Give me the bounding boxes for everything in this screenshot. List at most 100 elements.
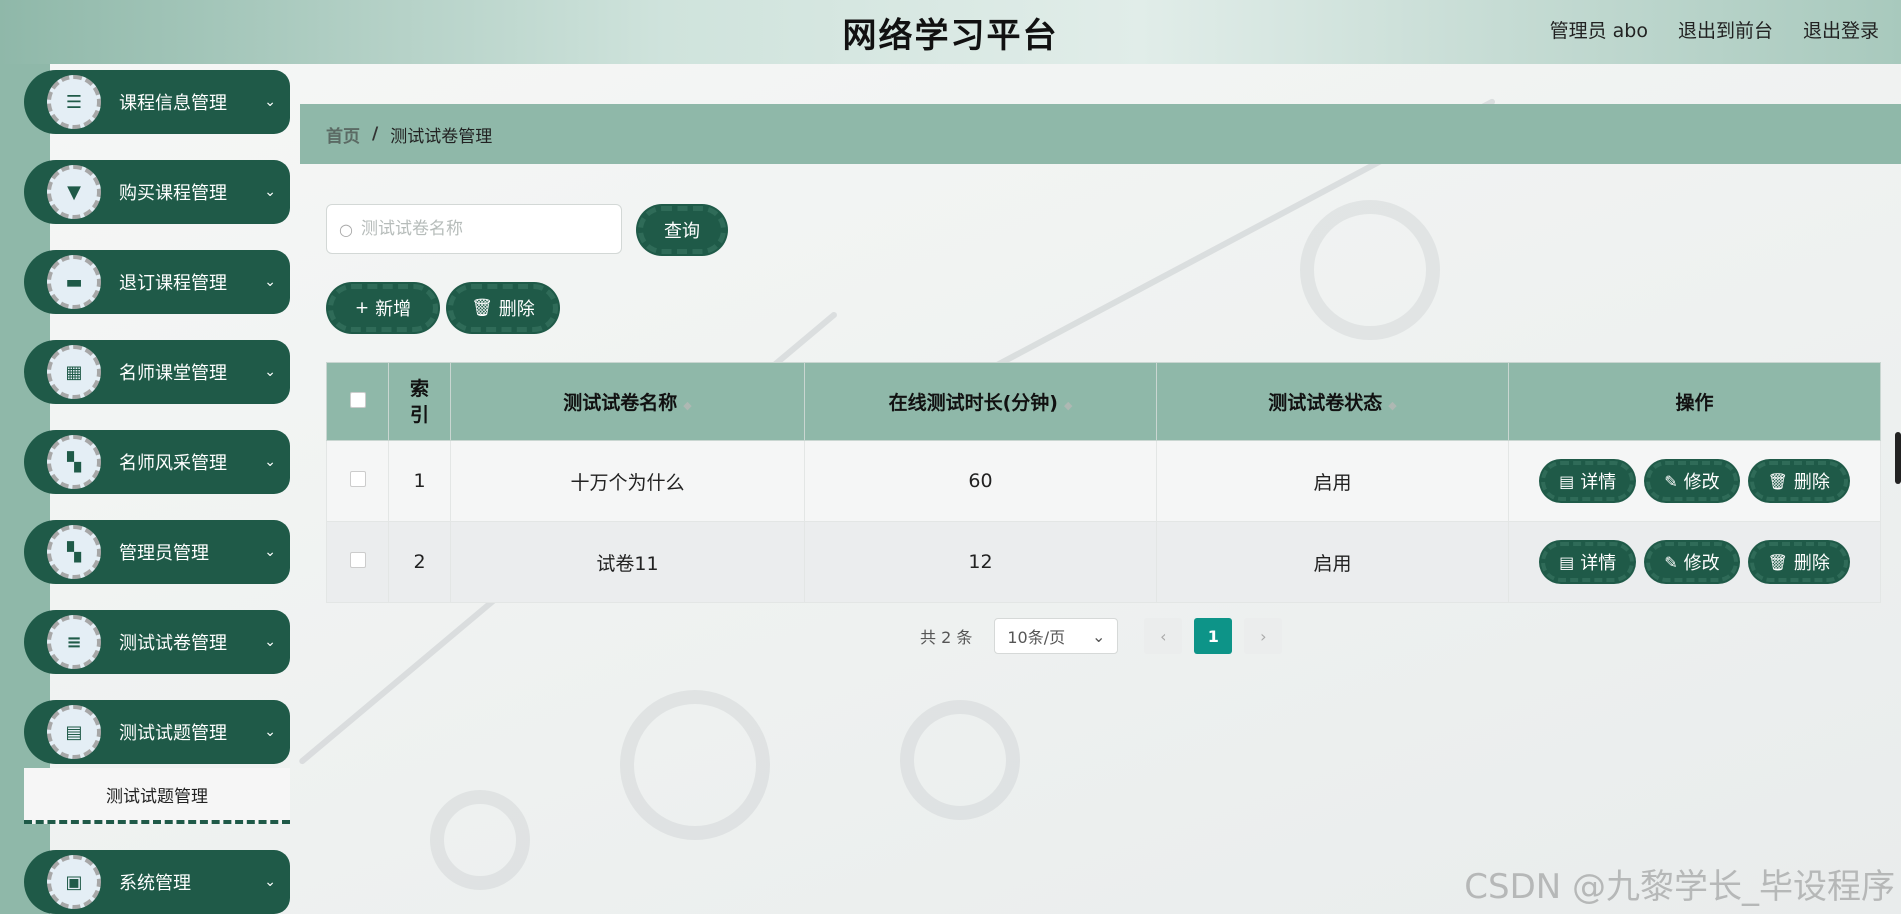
clipboard-icon: ▤ bbox=[47, 705, 101, 759]
cell-status: 启用 bbox=[1156, 440, 1509, 522]
chevron-down-icon: ⌄ bbox=[264, 454, 276, 470]
menu-icon: ≡ bbox=[47, 615, 101, 669]
row-select-cell bbox=[326, 440, 389, 522]
submenu-item-label: 测试试题管理 bbox=[106, 786, 208, 807]
watermark: CSDN @九黎学长_毕设程序 bbox=[1464, 867, 1895, 907]
chevron-down-icon: ⌄ bbox=[264, 544, 276, 560]
row-checkbox[interactable] bbox=[349, 552, 366, 568]
prev-page-button[interactable]: ‹ bbox=[1144, 618, 1183, 654]
sidebar-item-label: 系统管理 bbox=[119, 873, 191, 894]
breadcrumb-separator: / bbox=[372, 124, 379, 144]
chevron-left-icon: ‹ bbox=[1160, 626, 1167, 646]
sidebar-item-label: 测试试卷管理 bbox=[119, 633, 227, 654]
pagination-total: 共 2 条 bbox=[920, 628, 973, 647]
main-content: 首页 / 测试试卷管理 ○ 查询 + 新增 🗑 删除 索引 测试试卷名称◆ 在线… bbox=[300, 64, 1901, 914]
add-button-label: 新增 bbox=[375, 299, 412, 320]
sidebar-item-course-info[interactable]: ☰ 课程信息管理 ⌄ bbox=[24, 70, 290, 134]
delete-button-label: 删除 bbox=[498, 299, 535, 320]
sidebar-item-purchase-course[interactable]: ▼ 购买课程管理 ⌄ bbox=[24, 160, 290, 224]
chevron-down-icon: ⌄ bbox=[264, 874, 276, 890]
exit-to-front-link[interactable]: 退出到前台 bbox=[1678, 16, 1773, 43]
briefcase-icon: ▬ bbox=[47, 255, 101, 309]
submenu-item-test-question[interactable]: 测试试题管理 bbox=[24, 768, 290, 824]
pencil-icon: ✎ bbox=[1664, 471, 1678, 491]
edit-button[interactable]: ✎ 修改 bbox=[1646, 461, 1738, 501]
breadcrumb: 首页 / 测试试卷管理 bbox=[300, 104, 1901, 164]
cell-duration: 12 bbox=[804, 521, 1157, 603]
header-links: 管理员 abo 退出到前台 退出登录 bbox=[1550, 16, 1879, 43]
cell-name: 试卷11 bbox=[450, 521, 805, 603]
select-all-cell bbox=[326, 362, 389, 441]
sidebar-item-famous-teacher-style[interactable]: ▚ 名师风采管理 ⌄ bbox=[24, 430, 290, 494]
column-header-duration[interactable]: 在线测试时长(分钟) ◆ bbox=[804, 362, 1157, 441]
query-button[interactable]: 查询 bbox=[638, 206, 726, 254]
trash-icon: 🗑 bbox=[1767, 552, 1788, 572]
cell-name: 十万个为什么 bbox=[450, 440, 805, 522]
cell-status: 启用 bbox=[1156, 521, 1509, 603]
column-header-name[interactable]: 测试试卷名称 ◆ bbox=[450, 362, 805, 441]
row-checkbox[interactable] bbox=[349, 471, 366, 487]
document-icon: ▤ bbox=[1559, 471, 1575, 491]
column-header-index: 索引 bbox=[388, 362, 451, 441]
select-all-checkbox[interactable] bbox=[349, 391, 366, 408]
grid-icon: ▦ bbox=[47, 345, 101, 399]
cell-duration: 60 bbox=[804, 440, 1157, 522]
chevron-right-icon: › bbox=[1260, 626, 1267, 646]
query-button-label: 查询 bbox=[664, 221, 700, 242]
breadcrumb-current: 测试试卷管理 bbox=[390, 126, 493, 147]
sort-icon[interactable]: ◆ bbox=[683, 399, 691, 412]
column-header-ops: 操作 bbox=[1508, 362, 1881, 441]
page-size-select[interactable]: 10条/页 ⌄ bbox=[994, 618, 1119, 654]
cell-index: 1 bbox=[388, 440, 451, 522]
search-field: ○ bbox=[326, 204, 622, 254]
sidebar-item-label: 购买课程管理 bbox=[119, 183, 227, 204]
trash-icon: 🗑 bbox=[1767, 471, 1788, 491]
row-select-cell bbox=[326, 521, 389, 603]
sidebar-item-famous-teacher-class[interactable]: ▦ 名师课堂管理 ⌄ bbox=[24, 340, 290, 404]
search-input[interactable] bbox=[360, 219, 611, 239]
detail-button[interactable]: ▤ 详情 bbox=[1541, 461, 1635, 501]
edit-button[interactable]: ✎ 修改 bbox=[1646, 542, 1738, 582]
chevron-down-icon: ⌄ bbox=[264, 364, 276, 380]
next-page-button[interactable]: › bbox=[1244, 618, 1283, 654]
table-row: 2 试卷11 12 启用 ▤ 详情 ✎ 修改 🗑 删除 bbox=[326, 521, 1881, 603]
sidebar-item-test-question[interactable]: ▤ 测试试题管理 ⌄ bbox=[24, 700, 290, 764]
scrollbar-handle[interactable] bbox=[1895, 432, 1901, 484]
sidebar-item-admin[interactable]: ▚ 管理员管理 ⌄ bbox=[24, 520, 290, 584]
top-header: 网络学习平台 管理员 abo 退出到前台 退出登录 bbox=[0, 0, 1901, 64]
cell-ops: ▤ 详情 ✎ 修改 🗑 删除 bbox=[1508, 440, 1881, 522]
sort-icon[interactable]: ◆ bbox=[1064, 399, 1072, 412]
cell-index: 2 bbox=[388, 521, 451, 603]
add-button[interactable]: + 新增 bbox=[328, 284, 438, 332]
chevron-down-icon: ⌄ bbox=[264, 184, 276, 200]
sidebar-item-test-paper[interactable]: ≡ 测试试卷管理 ⌄ bbox=[24, 610, 290, 674]
column-header-status[interactable]: 测试试卷状态 ◆ bbox=[1156, 362, 1509, 441]
batch-delete-button[interactable]: 🗑 删除 bbox=[448, 284, 558, 332]
trash-icon: 🗑 bbox=[471, 298, 493, 318]
sidebar: ☰ 课程信息管理 ⌄ ▼ 购买课程管理 ⌄ ▬ 退订课程管理 ⌄ ▦ 名师课堂管… bbox=[24, 70, 290, 914]
sidebar-item-label: 名师风采管理 bbox=[119, 453, 227, 474]
list-icon: ☰ bbox=[47, 75, 101, 129]
chevron-down-icon: ⌄ bbox=[1091, 626, 1106, 646]
document-icon: ▤ bbox=[1559, 552, 1575, 572]
sidebar-item-label: 退订课程管理 bbox=[119, 273, 227, 294]
sidebar-item-unsubscribe-course[interactable]: ▬ 退订课程管理 ⌄ bbox=[24, 250, 290, 314]
delete-button[interactable]: 🗑 删除 bbox=[1749, 461, 1848, 501]
logout-link[interactable]: 退出登录 bbox=[1803, 16, 1879, 43]
sort-icon[interactable]: ◆ bbox=[1388, 399, 1396, 412]
admin-user-link[interactable]: 管理员 abo bbox=[1550, 16, 1648, 43]
chevron-down-icon: ⌄ bbox=[264, 94, 276, 110]
sidebar-item-system[interactable]: ▣ 系统管理 ⌄ bbox=[24, 850, 290, 914]
test-paper-table: 索引 测试试卷名称 ◆ 在线测试时长(分钟) ◆ 测试试卷状态 ◆ 操作 1 十万个为… bbox=[326, 362, 1881, 603]
cell-ops: ▤ 详情 ✎ 修改 🗑 删除 bbox=[1508, 521, 1881, 603]
sidebar-item-label: 管理员管理 bbox=[119, 543, 209, 564]
apps-icon: ▚ bbox=[47, 525, 101, 579]
page-number-button[interactable]: 1 bbox=[1194, 618, 1233, 654]
detail-button[interactable]: ▤ 详情 bbox=[1541, 542, 1635, 582]
delete-button[interactable]: 🗑 删除 bbox=[1749, 542, 1848, 582]
pagination: 共 2 条 10条/页 ⌄ ‹ 1 › bbox=[920, 618, 1283, 654]
table-header-row: 索引 测试试卷名称 ◆ 在线测试时长(分钟) ◆ 测试试卷状态 ◆ 操作 bbox=[326, 362, 1881, 441]
breadcrumb-home[interactable]: 首页 bbox=[326, 122, 360, 147]
sidebar-item-label: 名师课堂管理 bbox=[119, 363, 227, 384]
table-row: 1 十万个为什么 60 启用 ▤ 详情 ✎ 修改 🗑 删除 bbox=[326, 440, 1881, 522]
